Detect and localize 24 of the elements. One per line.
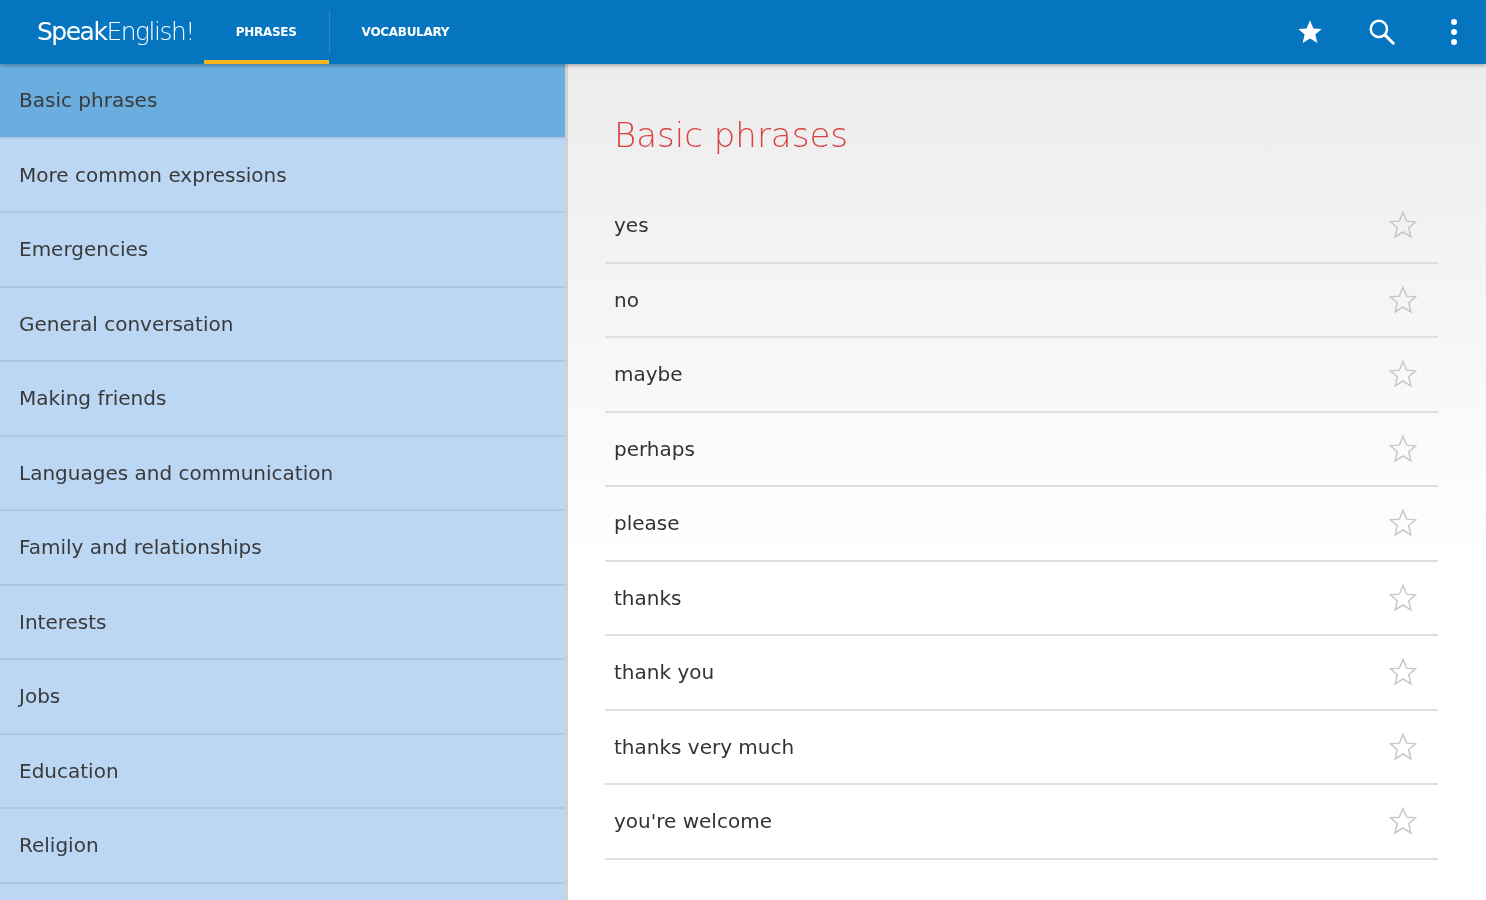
more-icon: [1450, 18, 1458, 46]
star-icon[interactable]: [1388, 582, 1418, 613]
star-icon[interactable]: [1388, 433, 1418, 464]
phrase-text: perhaps: [614, 435, 695, 463]
star-icon[interactable]: [1388, 657, 1418, 688]
star-icon[interactable]: [1388, 731, 1418, 762]
star-icon[interactable]: [1388, 806, 1418, 837]
search-icon: [1367, 17, 1397, 47]
phrase-text: you're welcome: [614, 808, 772, 836]
section-title: Basic phrases: [614, 114, 850, 156]
phrase-text: please: [614, 510, 680, 538]
star-icon[interactable]: [1388, 284, 1418, 315]
app-logo: SpeakEnglish!: [37, 16, 194, 49]
phrase-text: yes: [614, 212, 649, 240]
tab[interactable]: VOCABULARY: [329, 0, 482, 64]
phrase-text: thanks: [614, 584, 682, 612]
star-icon[interactable]: [1388, 210, 1418, 241]
star-icon[interactable]: [1388, 359, 1418, 390]
category-item[interactable]: Basic phrases: [0, 64, 565, 139]
phrase-text: thank you: [614, 659, 715, 687]
phrase-text: no: [614, 286, 639, 314]
star-icon[interactable]: [1388, 508, 1418, 539]
phrase-text: maybe: [614, 361, 683, 389]
phrase-text: thanks very much: [614, 733, 795, 761]
